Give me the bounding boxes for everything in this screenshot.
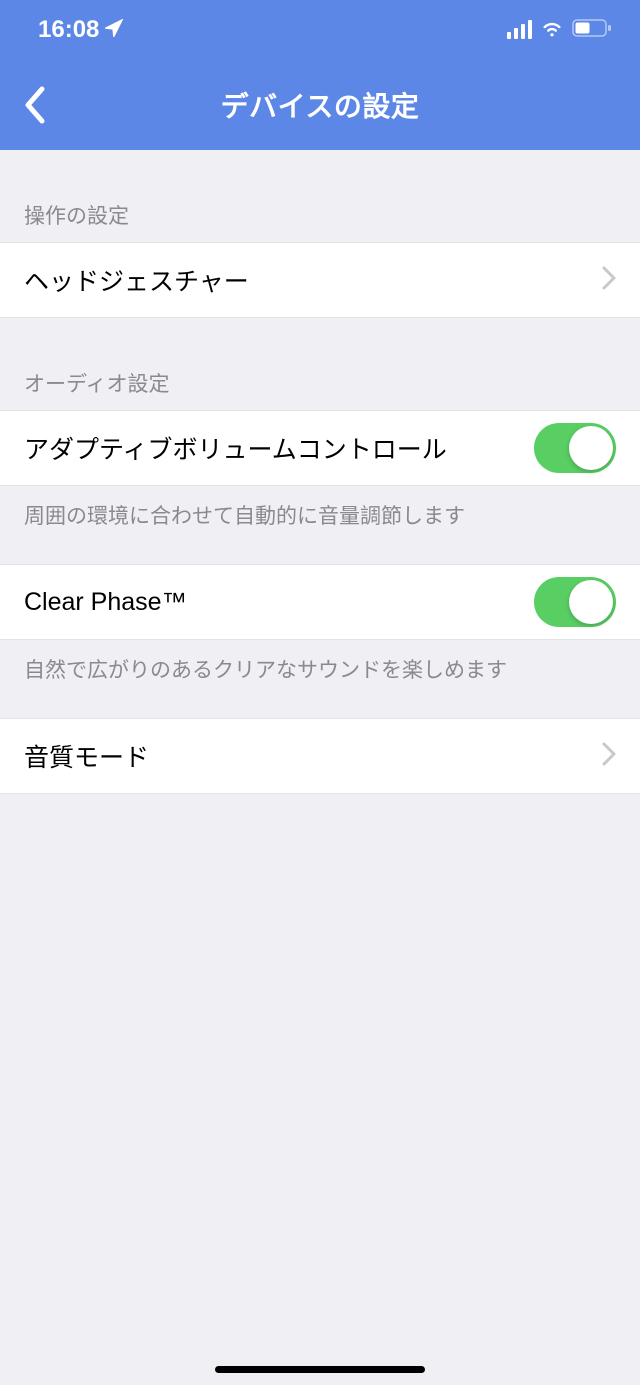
footer-clear-phase: 自然で広がりのあるクリアなサウンドを楽しめます [0, 640, 640, 718]
battery-icon [572, 19, 612, 42]
row-adaptive-volume: アダプティブボリュームコントロール [0, 410, 640, 486]
toggle-knob [569, 426, 613, 470]
toggle-clear-phase[interactable] [534, 577, 616, 627]
toggle-adaptive-volume[interactable] [534, 423, 616, 473]
footer-adaptive-volume: 周囲の環境に合わせて自動的に音量調節します [0, 486, 640, 564]
chevron-right-icon [602, 742, 616, 771]
row-sound-quality-mode[interactable]: 音質モード [0, 718, 640, 794]
location-icon [105, 16, 123, 44]
row-label: 音質モード [24, 738, 149, 774]
home-indicator[interactable] [215, 1366, 425, 1373]
section-header-audio: オーディオ設定 [0, 318, 640, 410]
section-header-operation: 操作の設定 [0, 150, 640, 242]
status-right [507, 19, 613, 42]
row-label: ヘッドジェスチャー [24, 262, 249, 298]
toggle-knob [569, 580, 613, 624]
row-head-gesture[interactable]: ヘッドジェスチャー [0, 242, 640, 318]
wifi-icon [540, 19, 564, 42]
page-title: デバイスの設定 [221, 85, 420, 125]
status-time: 16:08 [38, 16, 99, 44]
row-label: Clear Phase™ [24, 588, 187, 617]
status-bar: 16:08 [0, 0, 640, 60]
chevron-right-icon [602, 266, 616, 295]
cellular-signal-icon [507, 21, 533, 39]
nav-bar: デバイスの設定 [0, 60, 640, 150]
row-label: アダプティブボリュームコントロール [24, 430, 447, 466]
status-left: 16:08 [38, 16, 123, 44]
back-button[interactable] [14, 83, 58, 127]
chevron-left-icon [24, 85, 48, 125]
row-clear-phase: Clear Phase™ [0, 564, 640, 640]
